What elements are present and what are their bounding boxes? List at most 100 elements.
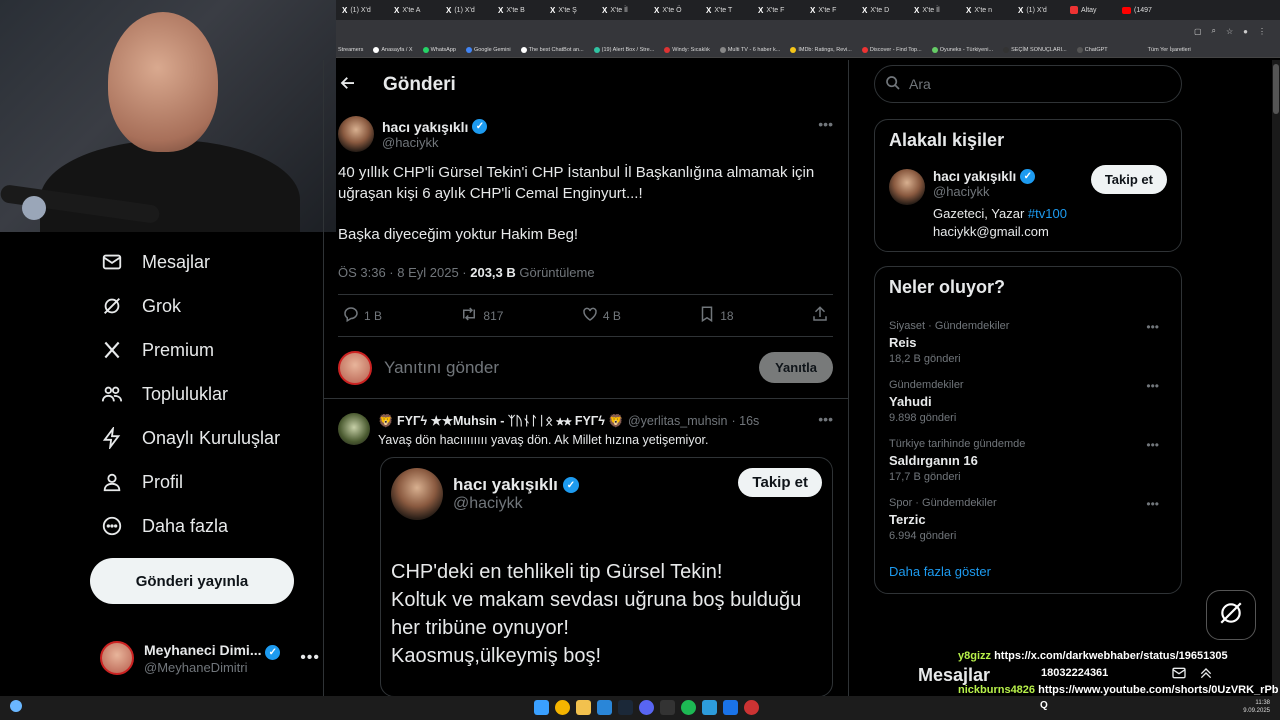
follow-button[interactable]: Takip et <box>738 468 822 497</box>
address-bar[interactable]: ▢ ⌕ ☆ ● ⋮ <box>336 20 1280 42</box>
tweet-timestamp[interactable]: ÖS 3:36 · 8 Eyl 2025 · <box>338 265 470 280</box>
browser-tab[interactable]: X X'te Ö <box>648 0 700 20</box>
more-dots-icon[interactable]: ••• <box>1146 379 1159 393</box>
more-dots-icon[interactable]: ••• <box>818 116 833 132</box>
sidebar-item-grok[interactable]: Grok <box>90 284 320 328</box>
reply-tweet[interactable]: 🦁 FYΓϟ ★★Muhsin - ᛉᚢᚾᛚᛁᛟ ★★ FYΓϟ 🦁 @yerli… <box>323 399 848 696</box>
reply-author-handle[interactable]: @yerlitas_muhsin <box>628 414 728 428</box>
app-icon[interactable] <box>660 700 675 715</box>
account-switcher[interactable]: Meyhaneci Dimi... ✓ @MeyhaneDimitri ••• <box>100 636 320 680</box>
spotify-icon[interactable] <box>681 700 696 715</box>
trend-item[interactable]: Gündemdekiler Yahudi 9.898 gönderi ••• <box>889 379 1167 424</box>
browser-tab[interactable]: X (1) X'd <box>1012 0 1064 20</box>
more-dots-icon[interactable]: ••• <box>818 411 833 427</box>
extension-icon[interactable]: ▢ <box>1194 27 1202 36</box>
bookmark-item[interactable]: Discover - Find Top... <box>861 46 922 53</box>
bookmark-item[interactable]: Anasayfa / X <box>373 46 413 53</box>
star-icon[interactable]: ☆ <box>1226 27 1233 36</box>
browser-tab[interactable]: X X'te İl <box>908 0 960 20</box>
browser-tab[interactable]: X X'te A <box>388 0 440 20</box>
browser-tab[interactable]: X X'te F <box>804 0 856 20</box>
trend-item[interactable]: Siyaset · Gündemdekiler Reis 18,2 B gönd… <box>889 320 1167 365</box>
avatar[interactable] <box>889 169 925 205</box>
browser-tab[interactable]: X X'te B <box>492 0 544 20</box>
repost-button[interactable]: 817 <box>459 305 503 326</box>
zoom-icon[interactable]: ⌕ <box>1212 26 1216 36</box>
reply-submit-button[interactable]: Yanıtla <box>759 352 833 383</box>
browser-tab[interactable]: X X'te n <box>960 0 1012 20</box>
tweet-author-handle[interactable]: @haciykk <box>382 135 487 150</box>
bookmark-item[interactable]: The best ChatBot an... <box>520 46 584 53</box>
browser-tab[interactable]: X X'te F <box>752 0 804 20</box>
related-person[interactable]: hacı yakışıklı ✓ @haciykk Gazeteci, Yazar… <box>889 165 1167 241</box>
back-arrow-icon[interactable] <box>339 74 357 97</box>
like-button[interactable]: 4 B <box>581 305 621 326</box>
obs-icon[interactable] <box>744 700 759 715</box>
grok-floating-button[interactable] <box>1206 590 1256 640</box>
follow-button[interactable]: Takip et <box>1090 165 1167 194</box>
hashtag-link[interactable]: #tv100 <box>1028 206 1067 221</box>
edge-icon[interactable] <box>597 700 612 715</box>
app-icon[interactable] <box>702 700 717 715</box>
share-button[interactable] <box>811 305 829 326</box>
app-icon[interactable] <box>723 700 738 715</box>
grok-icon <box>1218 600 1244 631</box>
scrollbar-thumb[interactable] <box>1273 64 1279 114</box>
chrome-icon[interactable] <box>555 700 570 715</box>
browser-tab[interactable]: X X'te İl <box>596 0 648 20</box>
more-dots-icon[interactable]: ••• <box>300 649 320 667</box>
search-input[interactable]: Ara <box>874 65 1182 103</box>
trend-item[interactable]: Spor · Gündemdekiler Terzic 6.994 gönder… <box>889 497 1167 542</box>
avatar[interactable] <box>338 413 370 445</box>
reply-timestamp[interactable]: · 16s <box>732 414 760 428</box>
bookmark-item[interactable]: IMDb: Ratings, Revi... <box>790 46 852 53</box>
profile-icon[interactable]: ● <box>1243 27 1248 36</box>
bookmark-item[interactable]: Streamers <box>338 47 363 53</box>
bookmark-item[interactable]: ChatGPT <box>1076 46 1108 53</box>
sidebar-item-verified-orgs[interactable]: Onaylı Kuruluşlar <box>90 416 320 460</box>
windows-start-icon[interactable] <box>534 700 549 715</box>
post-button[interactable]: Gönderi yayınla <box>90 558 294 604</box>
reply-author-name[interactable]: 🦁 FYΓϟ ★★Muhsin - ᛉᚢᚾᛚᛁᛟ ★★ FYΓϟ 🦁 <box>378 413 624 429</box>
bookmark-item[interactable]: Google Gemini <box>465 46 511 53</box>
menu-icon[interactable]: ⋮ <box>1258 27 1266 36</box>
trend-item[interactable]: Türkiye tarihinde gündemde Saldırganın 1… <box>889 438 1167 483</box>
bookmark-item[interactable]: Windy: Sıcaklık <box>664 46 710 53</box>
bookmark-item[interactable]: (19) Alert Box / Stre... <box>593 46 654 53</box>
browser-tab[interactable]: X X'te D <box>856 0 908 20</box>
browser-tab[interactable]: Altay <box>1064 0 1116 20</box>
tweet-author-name[interactable]: hacı yakışıklı <box>382 119 468 135</box>
widgets-icon[interactable] <box>10 700 22 712</box>
browser-tab[interactable]: (1497 <box>1116 0 1168 20</box>
bookmark-item[interactable]: SEÇİM SONUÇLARI... <box>1003 46 1067 53</box>
show-more-link[interactable]: Daha fazla göster <box>889 564 1167 579</box>
more-dots-icon[interactable]: ••• <box>1146 497 1159 511</box>
discord-icon[interactable] <box>639 700 654 715</box>
folder-icon[interactable] <box>576 700 591 715</box>
browser-tab[interactable]: X X'te T <box>700 0 752 20</box>
more-dots-icon[interactable]: ••• <box>1146 320 1159 334</box>
sidebar-item-communities[interactable]: Topluluklar <box>90 372 320 416</box>
sidebar-item-profile[interactable]: Profil <box>90 460 320 504</box>
reply-button[interactable]: 1 B <box>342 305 382 326</box>
sidebar-item-messages[interactable]: Mesajlar <box>90 240 320 284</box>
page-scrollbar[interactable] <box>1272 60 1280 696</box>
bookmark-button[interactable]: 18 <box>698 305 734 326</box>
sidebar-item-more[interactable]: Daha fazla <box>90 504 320 548</box>
verified-badge-icon: ✓ <box>562 477 579 493</box>
person-name[interactable]: hacı yakışıklı <box>933 169 1016 184</box>
bookmark-item[interactable]: Oyuneks - Türkiyeni... <box>931 46 993 53</box>
bookmark-item[interactable]: Multi TV - 6 haber k... <box>719 46 780 53</box>
steam-icon[interactable] <box>618 700 633 715</box>
browser-tab[interactable]: X X'te Ş <box>544 0 596 20</box>
browser-tab[interactable]: X (1) X'd <box>336 0 388 20</box>
quote-card[interactable]: hacı yakışıklı ✓ @haciykk Takip et CHP'de… <box>380 457 833 696</box>
sidebar-item-premium[interactable]: Premium <box>90 328 320 372</box>
browser-tab[interactable]: X (1) X'd <box>440 0 492 20</box>
system-clock[interactable]: 11:38 9.09.2025 <box>1243 699 1270 715</box>
bookmark-item[interactable]: WhatsApp <box>422 46 456 53</box>
bookmark-item[interactable]: Tüm Yer İşaretleri <box>1148 47 1191 53</box>
avatar[interactable] <box>338 116 374 152</box>
reply-input[interactable]: Yanıtını gönder <box>384 358 747 378</box>
more-dots-icon[interactable]: ••• <box>1146 438 1159 452</box>
